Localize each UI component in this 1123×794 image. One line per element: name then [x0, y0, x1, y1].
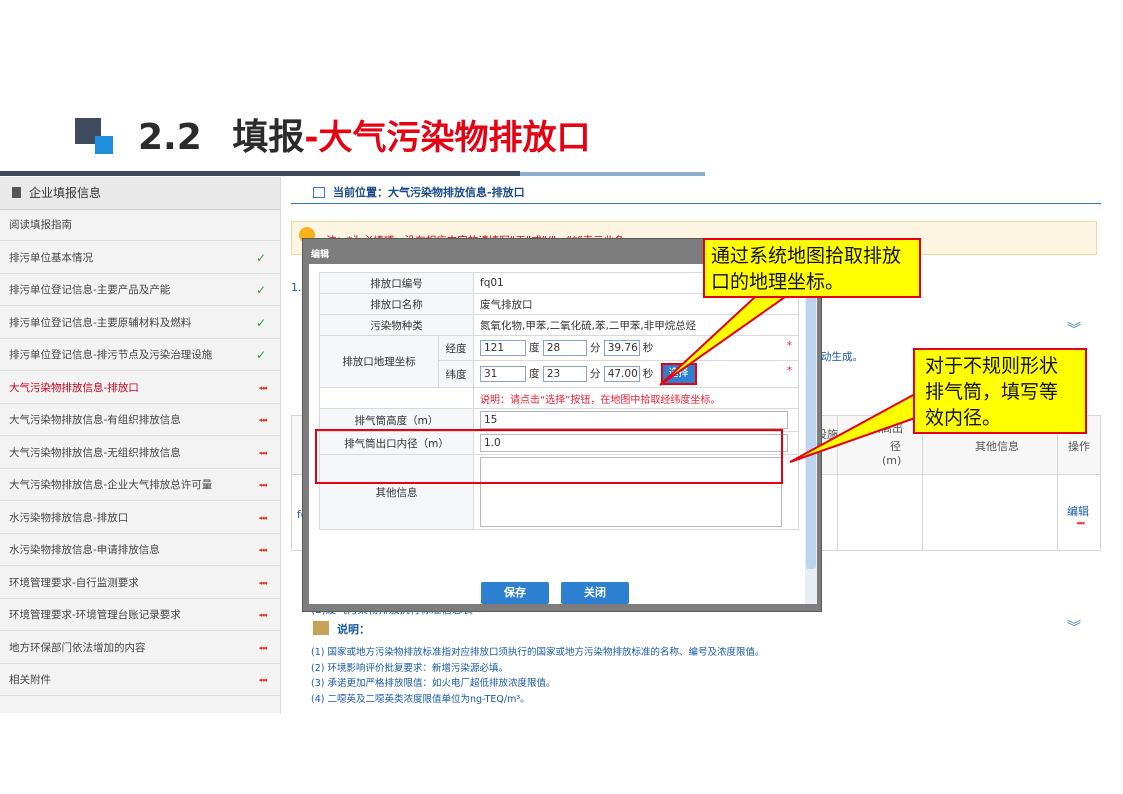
diameter-callout-pointer — [789, 392, 916, 463]
map-callout: 通过系统地图拾取排放口的地理坐标。 — [703, 238, 921, 298]
map-callout-pointer — [659, 296, 789, 386]
diameter-callout: 对于不规则形状排气筒，填写等效内径。 — [913, 348, 1087, 434]
